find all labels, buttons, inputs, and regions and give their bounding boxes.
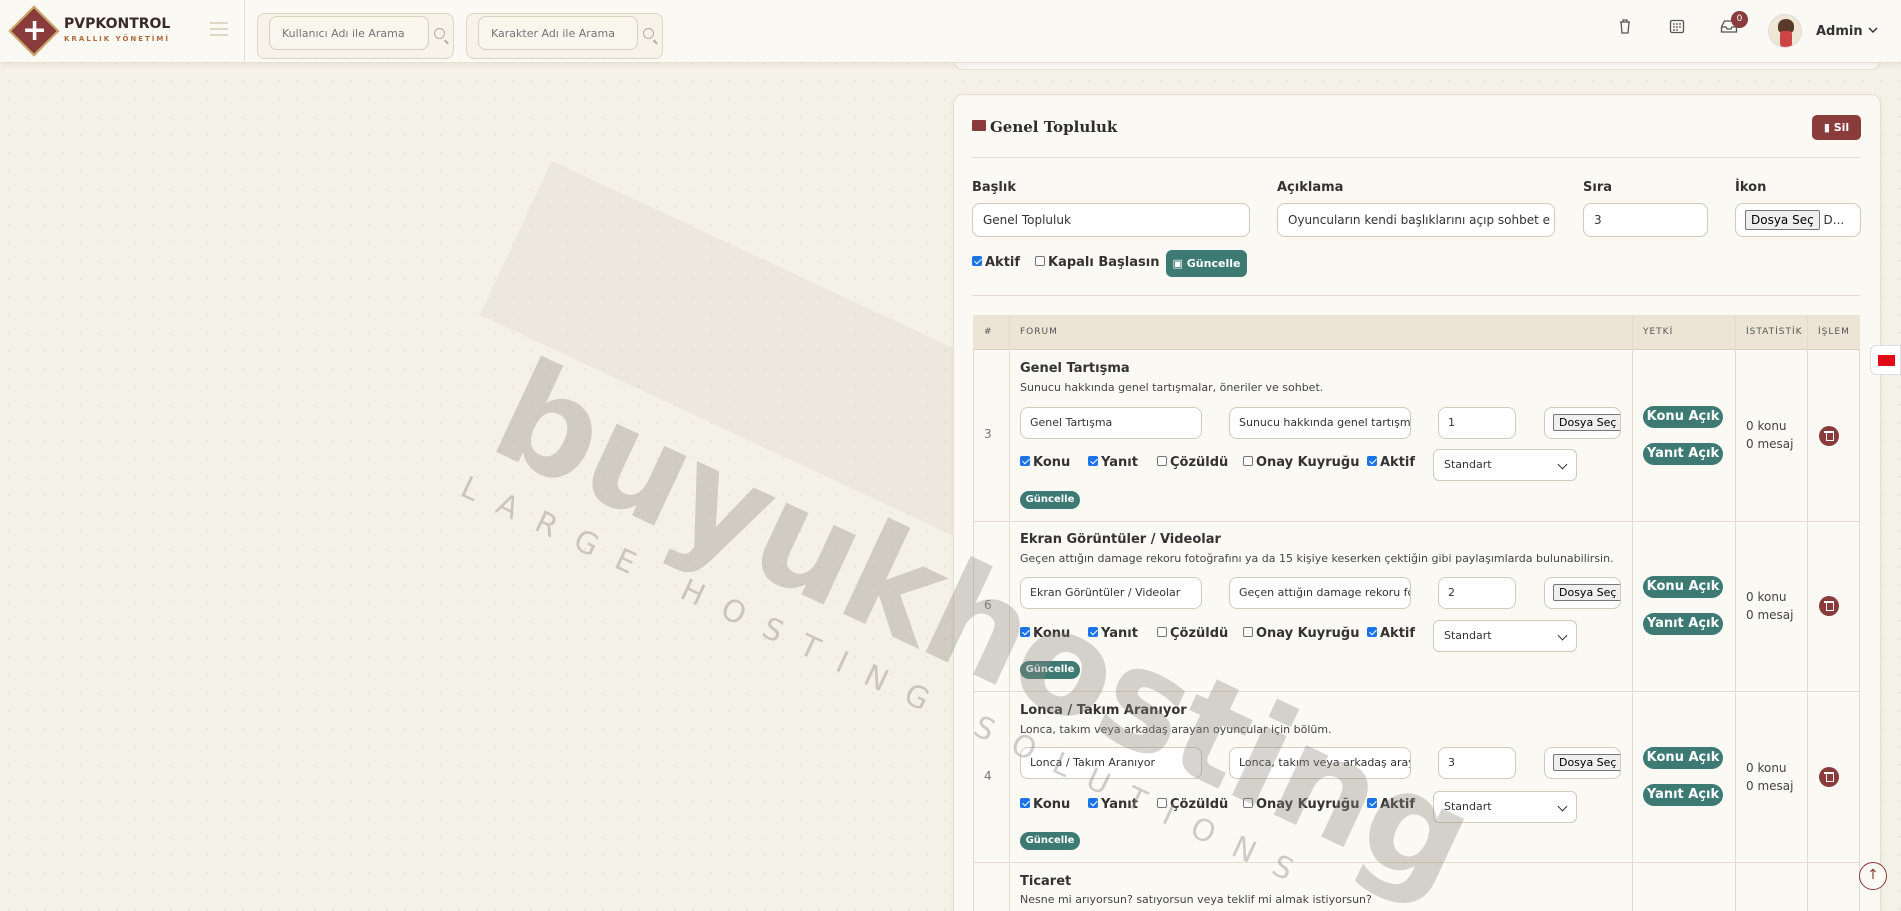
- brand-title: PVPKONTROL: [64, 16, 171, 32]
- aktif-checkbox[interactable]: Aktif: [1367, 455, 1415, 470]
- yanit-acik-button[interactable]: Yanıt Açık: [1643, 443, 1723, 465]
- delete-label: Sil: [1833, 121, 1850, 134]
- folder-open-icon: [972, 120, 986, 131]
- th-istatistik: İSTATİSTİK: [1746, 327, 1803, 337]
- forum-description: Nesne mi arıyorsun? satıyorsun veya tekl…: [1020, 893, 1372, 906]
- calendar-icon[interactable]: [1667, 18, 1687, 38]
- sira-label: Sıra: [1583, 180, 1613, 195]
- avatar[interactable]: [1768, 14, 1802, 48]
- divider: [972, 157, 1860, 158]
- save-icon: ▣: [1172, 257, 1187, 270]
- column-divider: [1632, 315, 1633, 911]
- column-divider: [1807, 315, 1808, 911]
- forum-type-select[interactable]: Standart: [1433, 449, 1577, 481]
- stat-messages: 0 mesaj: [1746, 608, 1794, 622]
- row-order: 4: [984, 769, 992, 783]
- search-icon[interactable]: [434, 28, 445, 39]
- user-search-input[interactable]: [269, 16, 429, 50]
- konu-acik-button[interactable]: Konu Açık: [1643, 747, 1723, 769]
- category-title: Genel Topluluk: [990, 118, 1118, 136]
- onay-checkbox[interactable]: Onay Kuyruğu: [1243, 626, 1359, 641]
- file-choose-button[interactable]: Dosya Seç: [1745, 210, 1820, 230]
- forum-description: Geçen attığın damage rekoru fotoğrafını …: [1020, 552, 1614, 565]
- stat-topics: 0 konu: [1746, 419, 1787, 433]
- file-choose-button[interactable]: Dosya Seç: [1553, 754, 1620, 771]
- forum-desc-input[interactable]: Geçen attığın damage rekoru fc: [1229, 577, 1411, 609]
- aciklama-input[interactable]: Oyuncuların kendi başlıklarını açıp sohb…: [1277, 203, 1555, 237]
- character-search: [466, 13, 663, 59]
- forum-icon-input[interactable]: Dosya Seç: [1544, 407, 1621, 439]
- konu-acik-button[interactable]: Konu Açık: [1643, 406, 1723, 428]
- trash-icon[interactable]: [1819, 596, 1839, 616]
- logo-plus-icon: +: [22, 13, 48, 48]
- row-order: 3: [984, 427, 992, 441]
- user-search: [257, 13, 454, 59]
- konu-acik-button[interactable]: Konu Açık: [1643, 576, 1723, 598]
- forum-sira-input[interactable]: 2: [1438, 577, 1516, 609]
- forum-title: Ticaret: [1020, 874, 1072, 889]
- kapali-checkbox[interactable]: Kapalı Başlasın: [1035, 255, 1159, 270]
- sira-input[interactable]: 3: [1583, 203, 1708, 237]
- update-forum-button[interactable]: Güncelle: [1020, 832, 1080, 850]
- file-choose-button[interactable]: Dosya Seç: [1553, 414, 1620, 431]
- table-header: [973, 315, 1860, 350]
- forum-sira-input[interactable]: 1: [1438, 407, 1516, 439]
- th-forum: FORUM: [1020, 327, 1058, 337]
- baslik-label: Başlık: [972, 180, 1016, 195]
- column-divider: [1735, 315, 1736, 911]
- file-choose-button[interactable]: Dosya Seç: [1553, 584, 1620, 601]
- stat-topics: 0 konu: [1746, 590, 1787, 604]
- forum-description: Sunucu hakkında genel tartışmalar, öneri…: [1020, 381, 1324, 394]
- search-icon[interactable]: [643, 28, 654, 39]
- trash-icon[interactable]: [1615, 18, 1635, 38]
- aktif-checkbox[interactable]: Aktif: [972, 255, 1020, 270]
- onay-checkbox[interactable]: Onay Kuyruğu: [1243, 455, 1359, 470]
- delete-category-button[interactable]: ▮ Sil: [1812, 115, 1861, 140]
- cozuldu-checkbox[interactable]: Çözüldü: [1157, 455, 1228, 470]
- konu-checkbox[interactable]: Konu: [1020, 455, 1070, 470]
- ikon-file-input[interactable]: Dosya Seç D...: [1735, 203, 1861, 237]
- forum-name-input[interactable]: Genel Tartışma: [1020, 407, 1202, 439]
- trash-icon[interactable]: [1819, 767, 1839, 787]
- stat-messages: 0 mesaj: [1746, 437, 1794, 451]
- notification-badge: 0: [1731, 11, 1748, 28]
- th-yetki: YETKİ: [1643, 327, 1674, 337]
- forum-icon-input[interactable]: Dosya Seç: [1544, 577, 1621, 609]
- trash-icon: ▮: [1823, 121, 1834, 134]
- file-name-text: D...: [1823, 213, 1845, 227]
- divider: [972, 295, 1860, 296]
- menu-icon[interactable]: [210, 22, 228, 36]
- chevron-down-icon[interactable]: [1868, 24, 1878, 37]
- character-search-input[interactable]: [478, 16, 638, 50]
- forum-title: Ekran Görüntüler / Videolar: [1020, 532, 1221, 547]
- yanit-acik-button[interactable]: Yanıt Açık: [1643, 784, 1723, 806]
- ikon-label: İkon: [1735, 180, 1767, 195]
- yanit-checkbox[interactable]: Yanıt: [1088, 455, 1138, 470]
- logo[interactable]: + PVPKONTROL KRALLIK YÖNETİMİ: [0, 0, 245, 63]
- stat-messages: 0 mesaj: [1746, 779, 1794, 793]
- forum-title: Genel Tartışma: [1020, 361, 1130, 376]
- trash-icon[interactable]: [1819, 426, 1839, 446]
- arrow-up-icon[interactable]: ↑: [1859, 862, 1887, 890]
- baslik-input[interactable]: Genel Topluluk: [972, 203, 1250, 237]
- konu-checkbox[interactable]: Konu: [1020, 797, 1070, 812]
- turkey-flag-icon[interactable]: [1870, 345, 1901, 375]
- yanit-acik-button[interactable]: Yanıt Açık: [1643, 613, 1723, 635]
- forum-type-select[interactable]: Standart: [1433, 620, 1577, 652]
- th-islem: İŞLEM: [1818, 327, 1850, 337]
- top-bar: + PVPKONTROL KRALLIK YÖNETİMİ 0 Admin: [0, 0, 1901, 63]
- forum-desc-input[interactable]: Sunucu hakkında genel tartışm: [1229, 407, 1411, 439]
- th-number: #: [984, 327, 993, 337]
- update-category-button[interactable]: ▣ Güncelle: [1166, 250, 1247, 277]
- brand-subtitle: KRALLIK YÖNETİMİ: [64, 35, 170, 43]
- aktif-checkbox[interactable]: Aktif: [1367, 626, 1415, 641]
- row-divider: [973, 521, 1860, 522]
- forum-icon-input[interactable]: Dosya Seç: [1544, 747, 1621, 779]
- admin-name[interactable]: Admin: [1816, 24, 1863, 39]
- aciklama-label: Açıklama: [1277, 180, 1344, 195]
- update-forum-button[interactable]: Güncelle: [1020, 491, 1080, 509]
- stat-topics: 0 konu: [1746, 761, 1787, 775]
